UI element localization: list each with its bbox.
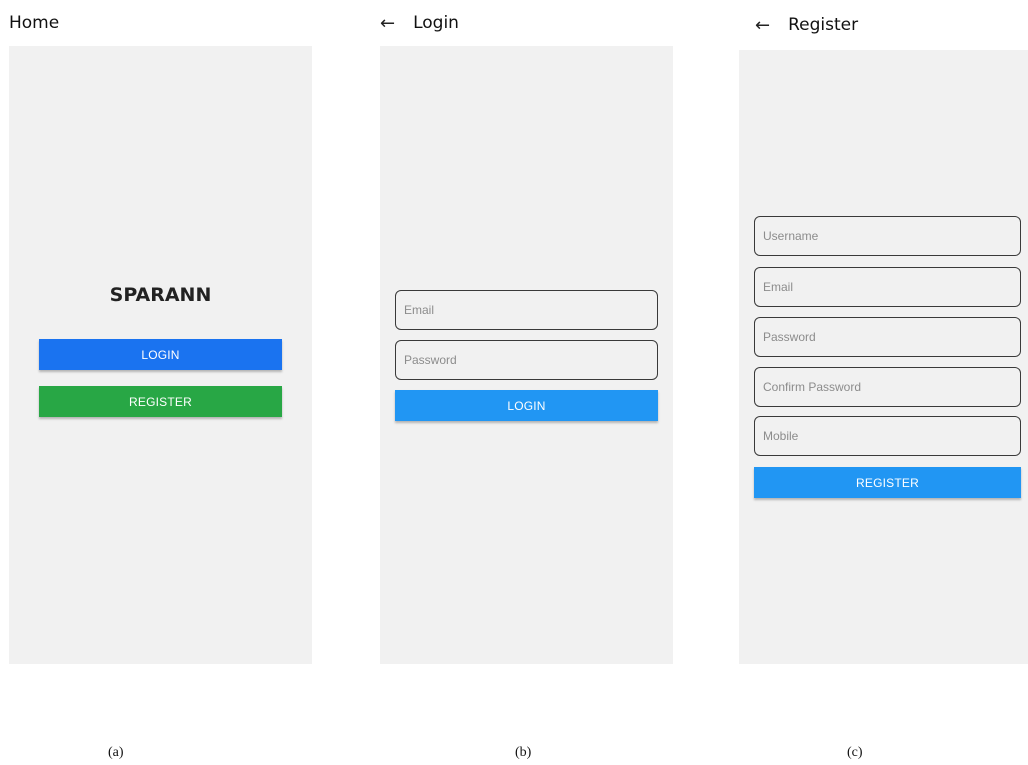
home-body: SPARANN LOGIN REGISTER <box>9 46 312 664</box>
register-screen: ← Register REGISTER <box>739 0 1028 664</box>
back-arrow-icon[interactable]: ← <box>755 15 770 36</box>
login-button[interactable]: LOGIN <box>39 339 282 370</box>
caption-c: (c) <box>847 745 863 760</box>
email-field[interactable] <box>754 267 1021 307</box>
register-body: REGISTER <box>739 50 1028 664</box>
mobile-field[interactable] <box>754 416 1021 456</box>
page-title: Home <box>9 13 60 33</box>
page-title: Register <box>788 15 859 35</box>
password-field[interactable] <box>754 317 1021 357</box>
email-field[interactable] <box>395 290 658 330</box>
login-screen: ← Login LOGIN <box>380 0 673 664</box>
login-button[interactable]: LOGIN <box>395 390 658 421</box>
home-screen: Home SPARANN LOGIN REGISTER <box>9 0 312 664</box>
confirm-password-field[interactable] <box>754 367 1021 407</box>
login-body: LOGIN <box>380 46 673 664</box>
register-button[interactable]: REGISTER <box>754 467 1021 498</box>
app-name-heading: SPARANN <box>109 284 212 306</box>
register-button[interactable]: REGISTER <box>39 386 282 417</box>
register-app-bar: ← Register <box>739 0 1028 50</box>
caption-a: (a) <box>108 745 124 760</box>
username-field[interactable] <box>754 216 1021 256</box>
home-app-bar: Home <box>9 0 312 46</box>
caption-b: (b) <box>515 745 532 760</box>
back-arrow-icon[interactable]: ← <box>380 13 395 34</box>
page-title: Login <box>413 13 459 33</box>
password-field[interactable] <box>395 340 658 380</box>
login-app-bar: ← Login <box>380 0 673 46</box>
